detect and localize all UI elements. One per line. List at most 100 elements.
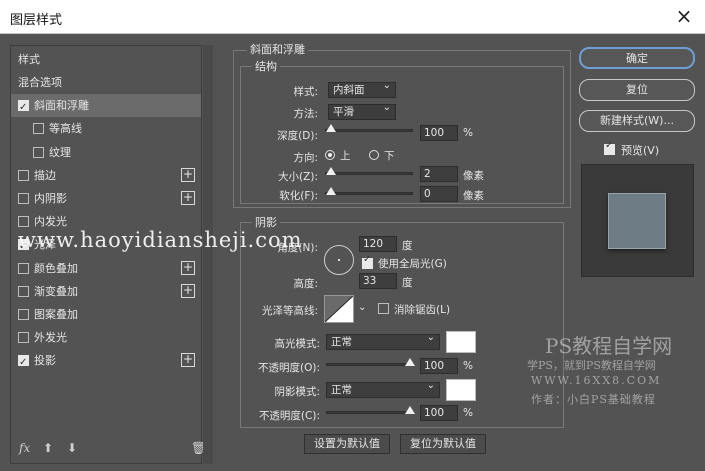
watermark-tagline: 学PS，就到PS教程自学网	[527, 359, 656, 372]
style-label: 样式:	[293, 86, 318, 98]
styles-header[interactable]: 样式	[11, 48, 201, 71]
style-item[interactable]: 颜色叠加 +	[11, 257, 201, 280]
shadow-opacity-slider[interactable]	[326, 406, 415, 414]
structure-title: 结构	[252, 58, 280, 74]
soften-unit: 像素	[463, 190, 484, 202]
add-effect-icon[interactable]: +	[181, 283, 195, 298]
style-item[interactable]: 描边 +	[11, 164, 201, 187]
add-effect-icon[interactable]: +	[181, 167, 195, 182]
depth-slider-knob[interactable]	[326, 124, 336, 132]
make-default-button[interactable]: 设置为默认值	[304, 434, 390, 454]
watermark-author: 作者：小白PS基础教程	[531, 393, 656, 406]
soften-slider[interactable]	[325, 187, 413, 195]
angle-input[interactable]: 120	[359, 236, 397, 252]
style-select[interactable]: 内斜面	[328, 79, 396, 98]
style-item-checkbox[interactable]	[33, 146, 44, 158]
chevron-down-icon[interactable]: ⌄	[358, 302, 366, 313]
technique-select[interactable]: 平滑	[328, 101, 396, 120]
direction-down-label: 下	[384, 150, 395, 162]
depth-input[interactable]: 100	[420, 125, 458, 141]
antialias-checkbox[interactable]	[378, 303, 389, 314]
style-item-label: 颜色叠加	[34, 261, 78, 275]
depth-unit: %	[463, 127, 473, 139]
title-bar: 图层样式 ×	[0, 0, 705, 34]
soften-label: 软化(F):	[279, 190, 318, 202]
style-item-checkbox[interactable]	[18, 216, 29, 228]
gloss-contour-label: 光泽等高线:	[261, 305, 318, 317]
style-preview	[581, 164, 694, 277]
altitude-input[interactable]: 33	[359, 273, 397, 289]
styles-scrollbar[interactable]	[203, 45, 213, 464]
style-item[interactable]: 纹理	[11, 141, 201, 164]
style-item-label: 渐变叠加	[34, 284, 78, 298]
style-item-checkbox[interactable]	[18, 96, 29, 119]
soften-slider-knob[interactable]	[326, 187, 336, 195]
close-icon[interactable]: ×	[671, 4, 697, 30]
style-item[interactable]: 渐变叠加 +	[11, 280, 201, 303]
watermark-site: www.haoyidiansheji.com	[18, 228, 303, 252]
direction-down-radio[interactable]	[369, 150, 379, 160]
shadow-opacity-knob[interactable]	[405, 406, 415, 414]
style-item-checkbox[interactable]	[18, 351, 29, 374]
add-effect-icon[interactable]: +	[181, 353, 195, 368]
style-item-checkbox[interactable]	[18, 193, 29, 204]
style-item-checkbox[interactable]	[18, 262, 29, 274]
direction-up-radio[interactable]	[325, 150, 335, 160]
direction-up-label: 上	[340, 150, 351, 162]
style-item-label: 描边	[34, 168, 56, 182]
size-slider[interactable]	[325, 167, 413, 175]
style-item[interactable]: 图案叠加	[11, 303, 201, 326]
style-item-checkbox[interactable]	[18, 169, 29, 181]
highlight-opacity-slider[interactable]	[326, 358, 415, 366]
style-item[interactable]: 斜面和浮雕	[11, 94, 201, 119]
gloss-contour-picker[interactable]	[324, 295, 354, 323]
altitude-label: 高度:	[293, 278, 318, 290]
styles-list-panel: 样式 混合选项斜面和浮雕等高线纹理描边+内阴影+内发光光泽颜色叠加+渐变叠加+图…	[10, 45, 206, 464]
style-item-label: 等高线	[49, 122, 82, 136]
move-up-icon[interactable]: ⬆	[43, 441, 53, 455]
size-label: 大小(Z):	[278, 171, 318, 183]
style-item[interactable]: 混合选项	[11, 71, 201, 94]
angle-unit: 度	[402, 240, 413, 252]
highlight-opacity-knob[interactable]	[405, 358, 415, 366]
size-slider-knob[interactable]	[326, 167, 336, 175]
watermark-brand: PS教程自学网	[545, 334, 673, 358]
watermark-url: WWW.16XX8.COM	[531, 374, 662, 387]
global-light-checkbox[interactable]	[362, 254, 373, 269]
new-style-button[interactable]: 新建样式(W)...	[579, 110, 695, 132]
preview-checkbox[interactable]	[604, 140, 615, 155]
fx-icon[interactable]: fx	[19, 441, 30, 455]
style-item-checkbox[interactable]	[33, 123, 44, 135]
style-item-checkbox[interactable]	[18, 285, 29, 297]
style-item[interactable]: 投影 +	[11, 349, 201, 374]
style-item[interactable]: 外发光	[11, 326, 201, 349]
style-item[interactable]: 内阴影 +	[11, 187, 201, 210]
add-effect-icon[interactable]: +	[181, 191, 195, 205]
move-down-icon[interactable]: ⬇	[67, 441, 77, 455]
shadow-color-swatch[interactable]	[446, 379, 476, 401]
angle-dial[interactable]	[324, 245, 354, 275]
depth-slider[interactable]	[325, 124, 413, 132]
style-item-label: 外发光	[34, 331, 67, 345]
style-item-label: 斜面和浮雕	[34, 99, 89, 113]
reset-default-button[interactable]: 复位为默认值	[400, 434, 486, 454]
highlight-opacity-input[interactable]: 100	[420, 358, 458, 374]
highlight-opacity-unit: %	[463, 360, 473, 372]
style-item-checkbox[interactable]	[18, 309, 29, 320]
antialias-label: 消除锯齿(L)	[394, 304, 451, 316]
technique-label: 方法:	[293, 108, 318, 120]
soften-input[interactable]: 0	[420, 186, 458, 202]
highlight-mode-select[interactable]: 正常	[326, 331, 440, 350]
add-effect-icon[interactable]: +	[181, 260, 195, 275]
highlight-color-swatch[interactable]	[446, 331, 476, 353]
shadow-opacity-input[interactable]: 100	[420, 405, 458, 421]
ok-button[interactable]: 确定	[579, 47, 695, 69]
direction-label: 方向:	[293, 152, 318, 164]
window-title: 图层样式	[10, 13, 63, 28]
reset-button[interactable]: 复位	[579, 79, 695, 101]
style-item[interactable]: 等高线	[11, 117, 201, 140]
shadow-opacity-unit: %	[463, 407, 473, 419]
style-item-checkbox[interactable]	[18, 332, 29, 344]
size-input[interactable]: 2	[420, 166, 458, 182]
shadow-mode-select[interactable]: 正常	[326, 379, 440, 398]
